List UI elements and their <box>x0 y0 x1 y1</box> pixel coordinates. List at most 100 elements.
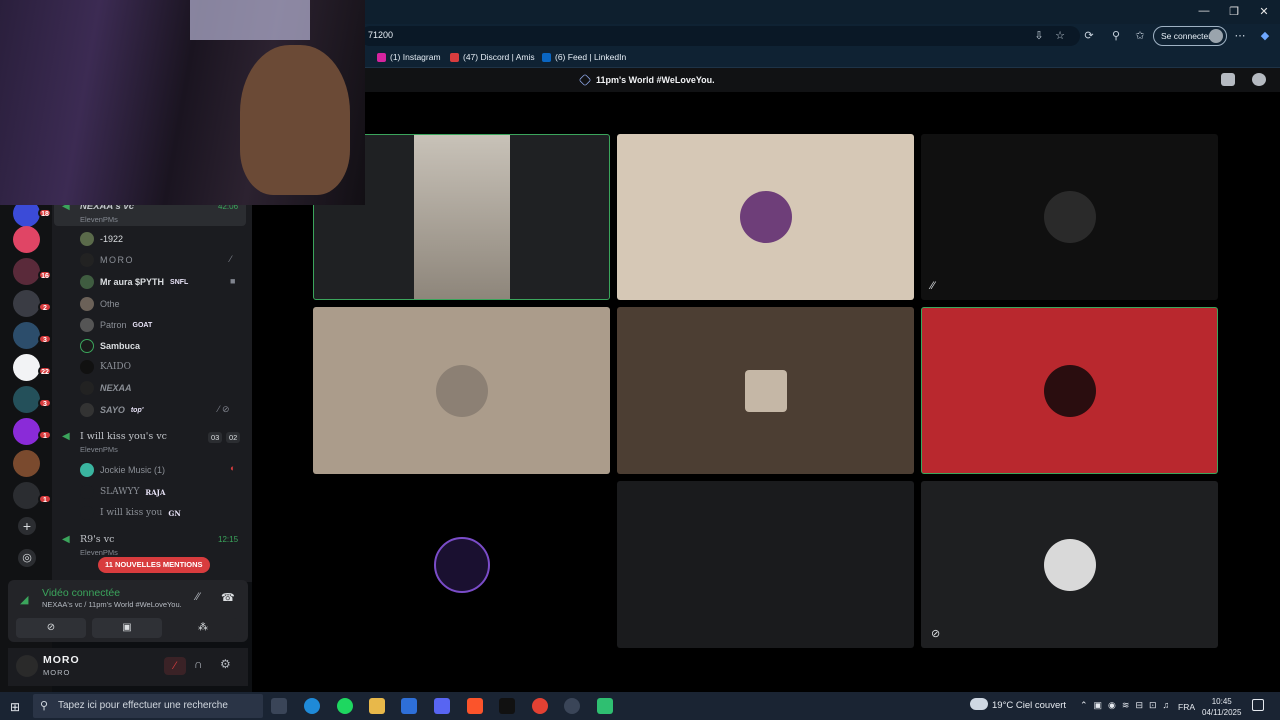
video-tile[interactable] <box>617 307 914 474</box>
microphone-icon[interactable]: ⇩ <box>1031 29 1047 42</box>
server-icon[interactable]: 3 <box>13 322 52 349</box>
windows-start-icon[interactable]: ⊞ <box>10 700 20 714</box>
unread-badge: 1 <box>38 430 52 440</box>
voice-channel-name[interactable]: R9's vc <box>80 534 114 545</box>
voice-channel-path[interactable]: NEXAA's vc / 11pm's World #WeLoveYou. <box>42 600 182 609</box>
sign-in-button[interactable]: Se connecter <box>1153 26 1227 46</box>
camera-off-button[interactable]: ⊘ <box>16 618 86 638</box>
member-item[interactable]: Mr aura $PYTH SNFL <box>80 275 188 289</box>
noise-suppression-icon[interactable]: ⁄⁄ <box>196 591 200 603</box>
avatar <box>1043 364 1096 417</box>
store-icon[interactable] <box>401 698 417 714</box>
server-icon[interactable]: 22 <box>13 354 52 381</box>
task-view-icon[interactable] <box>271 698 287 714</box>
server-icon[interactable]: 2 <box>13 290 52 317</box>
video-tile[interactable] <box>313 481 610 648</box>
discover-icon[interactable]: ◎ <box>18 549 36 567</box>
member-item[interactable]: KAIDO <box>80 360 131 374</box>
activities-button[interactable]: ⁂ <box>168 618 238 638</box>
url-text: 71200 <box>368 30 394 40</box>
discord-app-icon[interactable] <box>434 698 450 714</box>
bookmark-linkedin[interactable]: (6) Feed | LinkedIn <box>542 52 626 62</box>
app-icon[interactable] <box>597 698 613 714</box>
video-tile[interactable]: ⊘ <box>921 481 1218 648</box>
voice-channel-name[interactable]: I will kiss you's vc <box>80 431 167 442</box>
member-item[interactable]: SLAWYY RAJA <box>80 485 165 499</box>
add-server-icon[interactable]: + <box>18 517 36 535</box>
profile-avatar <box>1209 29 1223 43</box>
tiktok-icon[interactable] <box>499 698 515 714</box>
avatar <box>80 403 94 417</box>
star-icon[interactable]: ☆ <box>1052 29 1068 42</box>
avatar <box>80 485 94 499</box>
camera-feed <box>414 135 510 299</box>
video-tile[interactable]: ⁄⁄ <box>921 134 1218 300</box>
maximize-button[interactable]: ❐ <box>1225 5 1243 18</box>
disconnect-icon[interactable]: ☎ <box>221 591 235 604</box>
unread-badge: 3 <box>38 398 52 408</box>
video-tile-empty[interactable] <box>617 481 914 648</box>
chrome-icon[interactable] <box>532 698 548 714</box>
member-name: Jockie Music (1) <box>100 465 166 475</box>
inbox-icon[interactable] <box>1221 73 1235 86</box>
member-item[interactable]: -1922 <box>80 232 123 246</box>
video-tile[interactable] <box>617 134 914 300</box>
video-tile-speaking[interactable] <box>921 307 1218 474</box>
minimize-button[interactable]: — <box>1195 5 1213 17</box>
channel-subtitle: ElevenPMs <box>80 445 118 454</box>
member-item[interactable]: Jockie Music (1) <box>80 463 165 477</box>
system-tray-icons[interactable]: ⌃▣◉≋⊟⊡♫ <box>1080 700 1175 711</box>
video-tile[interactable] <box>313 307 610 474</box>
member-tag: GN <box>168 508 181 518</box>
clock[interactable]: 10:45 04/11/2025 <box>1202 696 1241 718</box>
member-item[interactable]: MORO <box>80 253 134 267</box>
member-item[interactable]: Othe <box>80 297 120 311</box>
server-icon[interactable]: 1 <box>13 418 52 445</box>
server-icon[interactable]: 1 <box>13 482 52 509</box>
file-explorer-icon[interactable] <box>369 698 385 714</box>
extensions-icon[interactable]: ⟳ <box>1081 29 1097 42</box>
camera-off-icon: ⊘ <box>931 628 941 640</box>
language-indicator[interactable]: FRA <box>1178 702 1195 712</box>
channel-subtitle: ElevenPMs <box>80 548 118 557</box>
member-item[interactable]: NEXAA <box>80 381 132 395</box>
server-icon[interactable] <box>13 226 40 253</box>
avatar <box>433 536 490 593</box>
more-icon[interactable]: ⋯ <box>1232 29 1248 42</box>
settings-gear-icon[interactable]: ⚙ <box>220 657 231 671</box>
new-mentions-pill[interactable]: 11 NOUVELLES MENTIONS <box>98 557 210 573</box>
copilot-icon[interactable]: ◆ <box>1257 29 1273 42</box>
url-field[interactable] <box>360 26 1080 46</box>
member-item[interactable]: Sambuca <box>80 339 140 353</box>
notifications-icon[interactable] <box>1252 699 1264 711</box>
bookmark-instagram[interactable]: (1) Instagram <box>377 52 441 62</box>
taskbar-search[interactable]: Tapez ici pour effectuer une recherche <box>33 694 263 718</box>
voice-status: Vidéo connectée <box>42 587 121 599</box>
screen-share-button[interactable]: ▣ <box>92 618 162 638</box>
user-avatar[interactable] <box>16 655 38 677</box>
spotify-icon[interactable] <box>337 698 353 714</box>
channel-timer: 12:15 <box>218 535 239 544</box>
bookmark-discord[interactable]: (47) Discord | Amis <box>450 52 535 62</box>
brave-icon[interactable] <box>467 698 483 714</box>
help-icon[interactable] <box>1252 73 1266 86</box>
close-button[interactable]: ✕ <box>1255 5 1273 18</box>
server-icon[interactable] <box>13 450 40 477</box>
streamer-figure <box>240 45 350 195</box>
mic-muted-icon[interactable]: ⁄ <box>164 657 186 675</box>
bookmark-label: (6) Feed | LinkedIn <box>555 52 627 62</box>
favorites-icon[interactable]: ✩ <box>1132 29 1148 42</box>
headphones-icon[interactable]: ∩ <box>194 657 203 671</box>
member-name: MORO <box>100 255 134 265</box>
edge-icon[interactable] <box>304 698 320 714</box>
app-icon[interactable] <box>564 698 580 714</box>
member-tag: GOAT <box>132 321 153 329</box>
member-item[interactable]: Patron GOAT <box>80 318 152 332</box>
server-icon[interactable]: 16 <box>13 258 52 285</box>
weather-widget[interactable]: 19°C Ciel couvert <box>992 700 1066 711</box>
server-icon[interactable]: 3 <box>13 386 52 413</box>
member-item[interactable]: I will kiss you GN <box>80 506 181 520</box>
tracking-icon[interactable]: ⚲ <box>1108 29 1124 42</box>
linkedin-icon <box>542 52 551 62</box>
member-item[interactable]: SAYO top' <box>80 403 143 417</box>
